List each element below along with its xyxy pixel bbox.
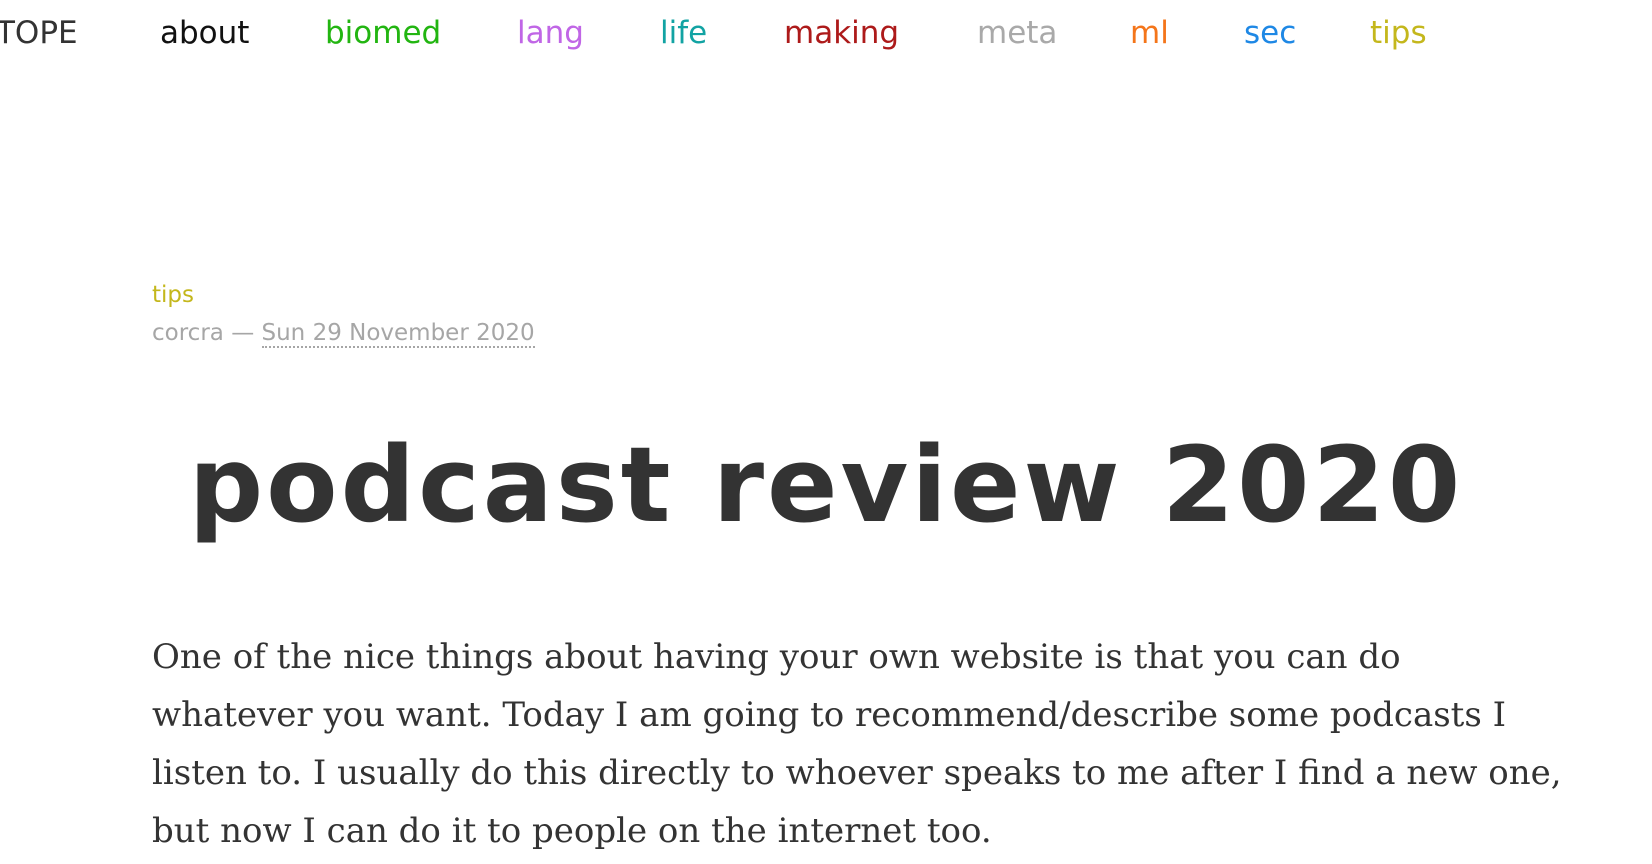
- post-byline: corcra — Sun 29 November 2020: [152, 314, 535, 352]
- nav-link-life[interactable]: life: [660, 12, 707, 54]
- nav-link-sec[interactable]: sec: [1244, 12, 1296, 54]
- nav-link-lang[interactable]: lang: [517, 12, 584, 54]
- post-meta: tips corcra — Sun 29 November 2020: [152, 276, 535, 352]
- byline-separator: —: [231, 320, 255, 346]
- site-brand-link[interactable]: TOPE: [0, 12, 78, 54]
- nav-link-tips[interactable]: tips: [1370, 12, 1427, 54]
- post-author: corcra: [152, 320, 224, 346]
- nav-link-making[interactable]: making: [784, 12, 899, 54]
- nav-link-about[interactable]: about: [160, 12, 249, 54]
- nav-link-meta[interactable]: meta: [977, 12, 1057, 54]
- post-category-link[interactable]: tips: [152, 276, 535, 314]
- top-navigation: TOPE about biomed lang life making meta …: [0, 12, 1652, 54]
- post-title: podcast review 2020: [188, 424, 1464, 546]
- nav-link-biomed[interactable]: biomed: [325, 12, 441, 54]
- post-date-link[interactable]: Sun 29 November 2020: [261, 320, 535, 348]
- nav-link-ml[interactable]: ml: [1130, 12, 1169, 54]
- post-body-paragraph: One of the nice things about having your…: [152, 637, 1562, 851]
